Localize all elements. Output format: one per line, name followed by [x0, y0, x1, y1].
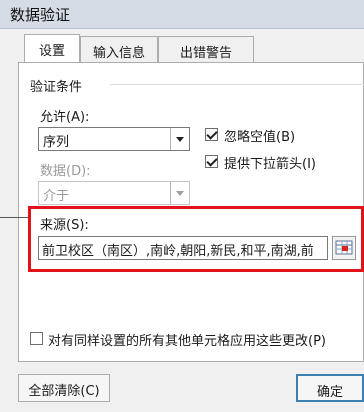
apply-all-label[interactable]: 对有同样设置的所有其他单元格应用这些更改(P) [48, 330, 326, 349]
tab-error-alert[interactable]: 出错警告 [158, 36, 254, 62]
ignore-blank-checkbox[interactable] [205, 128, 218, 141]
source-label: 来源(S): [40, 218, 89, 233]
apply-all-checkbox[interactable] [30, 332, 43, 345]
allow-select-value: 序列 [43, 135, 70, 150]
annotation-line [0, 217, 30, 218]
source-input-value: 前卫校区（南区）,南岭,朝阳,新民,和平,南湖,前 [42, 244, 314, 259]
dropdown-arrow-label[interactable]: 提供下拉箭头(I) [224, 153, 316, 172]
ok-button[interactable]: 确定 [296, 374, 364, 402]
range-select-icon [335, 240, 353, 255]
title-bar: 数据验证 [0, 0, 364, 29]
allow-label: 允许(A): [40, 110, 90, 125]
allow-select-dropdown[interactable] [170, 128, 189, 150]
group-divider [110, 84, 364, 85]
allow-select[interactable]: 序列 [38, 127, 190, 151]
range-selector-button[interactable] [332, 236, 356, 260]
data-label: 数据(D): [40, 164, 91, 179]
data-validation-dialog: 数据验证 设置 输入信息 出错警告 验证条件 允许(A): 序列 忽略空值(B)… [0, 0, 364, 412]
window-title: 数据验证 [10, 6, 71, 24]
criteria-group-title: 验证条件 [30, 80, 83, 95]
data-select-value: 介于 [43, 189, 70, 204]
ignore-blank-label[interactable]: 忽略空值(B) [224, 126, 295, 145]
data-select-dropdown[interactable] [170, 182, 189, 204]
clear-all-button[interactable]: 全部清除(C) [18, 374, 110, 402]
tab-settings[interactable]: 设置 [24, 34, 80, 62]
source-input[interactable]: 前卫校区（南区）,南岭,朝阳,新民,和平,南湖,前 [38, 236, 328, 260]
dropdown-arrow-checkbox[interactable] [205, 155, 218, 168]
data-select[interactable]: 介于 [38, 181, 190, 205]
chevron-down-icon [176, 191, 184, 196]
tab-input-message[interactable]: 输入信息 [80, 36, 158, 62]
chevron-down-icon [176, 137, 184, 142]
